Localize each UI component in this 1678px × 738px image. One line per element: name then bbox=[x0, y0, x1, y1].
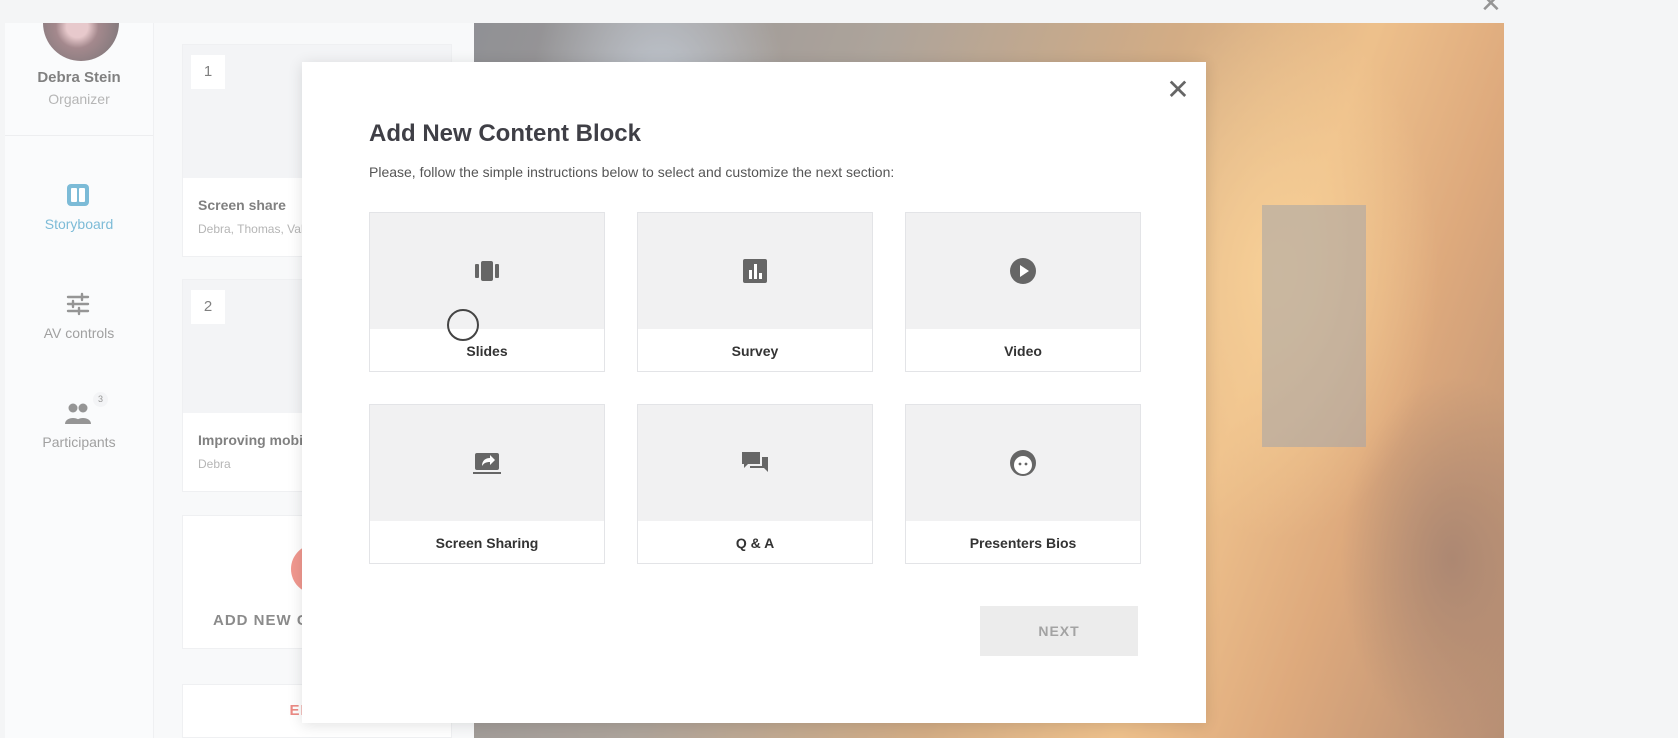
option-q-and-a[interactable]: Q & A bbox=[637, 404, 873, 564]
close-icon[interactable]: ✕ bbox=[1164, 76, 1192, 104]
survey-chart-icon bbox=[743, 259, 767, 283]
next-button[interactable]: NEXT bbox=[980, 606, 1138, 656]
option-label: Survey bbox=[731, 343, 779, 359]
modal-subtitle: Please, follow the simple instructions b… bbox=[369, 164, 895, 180]
option-label: Presenters Bios bbox=[969, 535, 1077, 551]
slides-icon bbox=[475, 261, 499, 281]
modal-title: Add New Content Block bbox=[369, 120, 642, 147]
add-content-modal: ✕ Add New Content Block Please, follow t… bbox=[302, 62, 1206, 723]
option-label: Video bbox=[1004, 343, 1042, 359]
play-icon bbox=[1010, 258, 1036, 284]
screen-share-icon bbox=[473, 453, 501, 474]
option-label: Screen Sharing bbox=[435, 535, 539, 551]
option-slides[interactable]: Slides bbox=[369, 212, 605, 372]
option-screen-sharing[interactable]: Screen Sharing bbox=[369, 404, 605, 564]
option-survey[interactable]: Survey bbox=[637, 212, 873, 372]
option-label: Q & A bbox=[735, 535, 775, 551]
option-label: Slides bbox=[466, 343, 508, 359]
face-icon bbox=[1010, 450, 1036, 476]
option-presenters-bios[interactable]: Presenters Bios bbox=[905, 404, 1141, 564]
mouse-cursor bbox=[447, 309, 479, 341]
chat-bubbles-icon bbox=[742, 452, 768, 472]
option-video[interactable]: Video bbox=[905, 212, 1141, 372]
